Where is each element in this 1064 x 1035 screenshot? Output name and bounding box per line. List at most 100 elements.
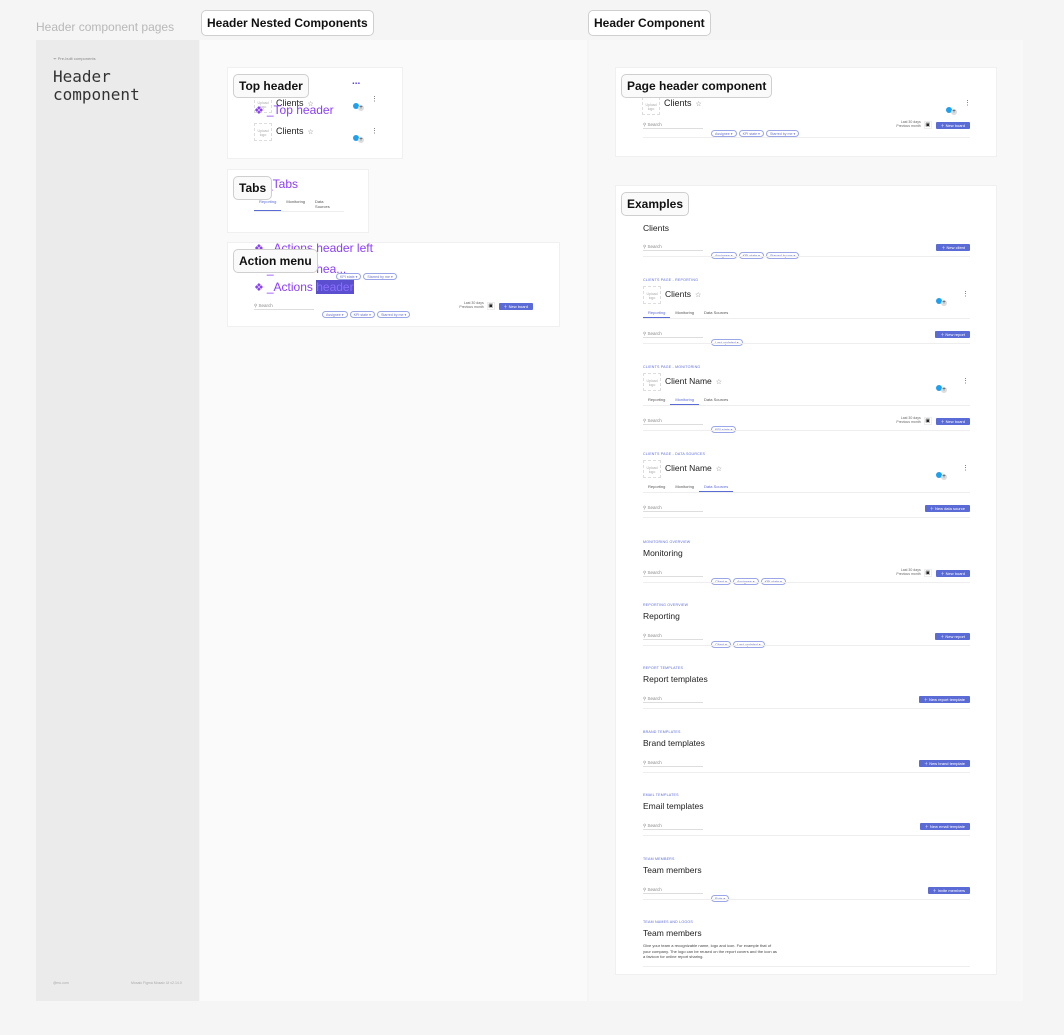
filter-chip[interactable]: Starred by me ▾ [765, 130, 800, 137]
filter-chip[interactable]: Assignee ▾ [711, 130, 737, 137]
header-title: Reporting [643, 611, 680, 621]
header-title: Client Name ☆ [665, 463, 722, 473]
page-header-toolbar: ⚲ Search Assignee ▾ KPI state ▾ Starred by … [643, 120, 970, 137]
avatar-group[interactable]: + [353, 128, 365, 143]
calendar-icon[interactable]: ▣ [923, 417, 932, 425]
new-button[interactable]: ＋ New board [935, 418, 970, 425]
section-description: Give your team a recognizable name, logo… [643, 943, 777, 959]
header-title-text: Client Name [665, 376, 712, 386]
new-button[interactable]: ＋ Invite members [927, 887, 970, 894]
tab-monitoring[interactable]: Monitoring [670, 484, 699, 492]
new-button[interactable]: ＋ New brand template [919, 760, 970, 767]
new-button[interactable]: ＋ New client [936, 244, 970, 251]
new-button[interactable]: ＋ New board [935, 122, 970, 129]
tab-reporting[interactable]: Reporting [643, 484, 670, 492]
tab-data-sources[interactable]: Data Sources [699, 397, 733, 405]
search-input[interactable]: ⚲ Search [643, 696, 703, 703]
calendar-icon[interactable]: ▣ [923, 121, 932, 129]
example-section: EMAIL TEMPLATES Email templates ⚲ Search ＋ … [643, 793, 970, 853]
search-input[interactable]: ⚲ Search [643, 633, 703, 640]
avatar-group[interactable]: + [936, 465, 948, 480]
footer-left: @mc.com [53, 981, 69, 985]
header-title: Team members [643, 865, 702, 875]
tab-reporting[interactable]: Reporting [643, 397, 670, 405]
new-button[interactable]: ＋ New report template [918, 696, 970, 703]
kebab-menu-icon[interactable]: ⋮ [962, 377, 969, 385]
filter-chip[interactable]: Starred by me ▾ [376, 311, 411, 318]
star-icon[interactable]: ☆ [716, 379, 722, 386]
section-header-component[interactable]: Header Component [588, 10, 711, 36]
search-input[interactable]: ⚲ Search [643, 887, 703, 894]
tab-reporting[interactable]: Reporting [643, 310, 671, 318]
cover-title: Header component [53, 68, 140, 104]
divider [643, 137, 970, 138]
filter-chip[interactable]: KPI state ▾ [349, 311, 375, 318]
new-button[interactable]: ＋ New board [498, 303, 533, 310]
calendar-icon[interactable]: ▣ [923, 569, 932, 577]
search-input[interactable]: ⚲ Search [643, 244, 703, 251]
header-title-text: Client Name [665, 463, 712, 473]
avatar-group[interactable]: + [946, 100, 958, 115]
search-input[interactable]: ⚲ Search [643, 505, 703, 512]
divider [643, 772, 970, 773]
divider [643, 343, 970, 344]
divider [643, 835, 970, 836]
kebab-menu-icon[interactable]: ⋮ [962, 290, 969, 298]
star-icon[interactable]: ☆ [695, 292, 701, 299]
search-input[interactable]: ⚲ Search [643, 122, 703, 129]
tab-data-sources[interactable]: Data Sources [699, 484, 734, 492]
logo-placeholder[interactable]: Upload logo [643, 373, 661, 391]
section-nested-components[interactable]: Header Nested Components [201, 10, 374, 36]
header-title: Clients [643, 223, 669, 233]
search-placeholder: Search [647, 570, 662, 575]
search-input[interactable]: ⚲ Search [254, 303, 314, 310]
new-button[interactable]: ＋ New report [935, 633, 970, 640]
tab-monitoring[interactable]: Monitoring [281, 199, 310, 211]
logo-placeholder[interactable]: Upload logo [642, 97, 660, 115]
kebab-menu-icon[interactable]: ⋮ [964, 99, 971, 107]
section-toolbar: ⚲ Search Client ▾Assignee ▾KPI state ▾ ＋ N… [643, 568, 970, 585]
new-button[interactable]: ＋ New email template [919, 823, 970, 830]
avatar-group[interactable]: + [936, 291, 948, 306]
page-header-title: Clients ☆ [664, 98, 702, 108]
search-input[interactable]: ⚲ Search [643, 418, 703, 425]
tab-monitoring[interactable]: Monitoring [670, 310, 699, 318]
star-icon[interactable]: ☆ [308, 129, 314, 136]
search-input[interactable]: ⚲ Search [643, 570, 703, 577]
filter-chip[interactable]: KPI state ▾ [738, 130, 764, 137]
logo-placeholder[interactable]: Upload logo [254, 123, 272, 141]
avatar-group[interactable]: + [936, 378, 948, 393]
logo-placeholder[interactable]: Upload logo [643, 286, 661, 304]
new-button[interactable]: ＋ New data source [924, 505, 970, 512]
new-button[interactable]: ＋ New board [935, 570, 970, 577]
section-eyebrow: CLIENTS PAGE - DATA SOURCES [643, 452, 706, 456]
header-title: Brand templates [643, 738, 705, 748]
tab-reporting[interactable]: Reporting [254, 199, 282, 211]
star-icon[interactable]: ☆ [716, 466, 722, 473]
more-icon[interactable]: ... [352, 76, 360, 87]
kebab-menu-icon[interactable]: ⋮ [371, 127, 378, 135]
chip-group: Assignee ▾KPI state ▾Starred by me ▾ [322, 303, 412, 321]
new-button[interactable]: ＋ New report [935, 331, 970, 338]
tab-data-sources[interactable]: Data Sources [310, 199, 344, 211]
cover-panel [36, 40, 199, 1001]
search-placeholder: Search [647, 823, 662, 828]
tab-monitoring[interactable]: Monitoring [670, 397, 700, 405]
kebab-menu-icon[interactable]: ⋮ [371, 95, 378, 103]
avatar-group[interactable]: + [353, 96, 365, 111]
logo-placeholder[interactable]: Upload logo [643, 460, 661, 478]
search-input[interactable]: ⚲ Search [643, 760, 703, 767]
actions-toolbar: ⚲ Search Assignee ▾ KPI state ▾ Starred by … [254, 301, 533, 318]
example-section: MONITORING OVERVIEW Monitoring ⚲ Search Cli… [643, 540, 970, 600]
search-input[interactable]: ⚲ Search [643, 823, 703, 830]
star-icon[interactable]: ☆ [696, 101, 702, 108]
tab-data-sources[interactable]: Data Sources [699, 310, 733, 318]
filter-chip[interactable]: Assignee ▾ [322, 311, 348, 318]
filter-chip[interactable]: Starred by me ▾ [363, 273, 397, 280]
page-header-tip: Page header component [621, 74, 773, 98]
divider [643, 517, 970, 518]
search-input[interactable]: ⚲ Search [643, 331, 703, 338]
calendar-icon[interactable]: ▣ [486, 302, 495, 310]
example-section: TEAM MEMBERS Team members ⚲ Search Role ▾ ＋ … [643, 857, 970, 917]
kebab-menu-icon[interactable]: ⋮ [962, 464, 969, 472]
